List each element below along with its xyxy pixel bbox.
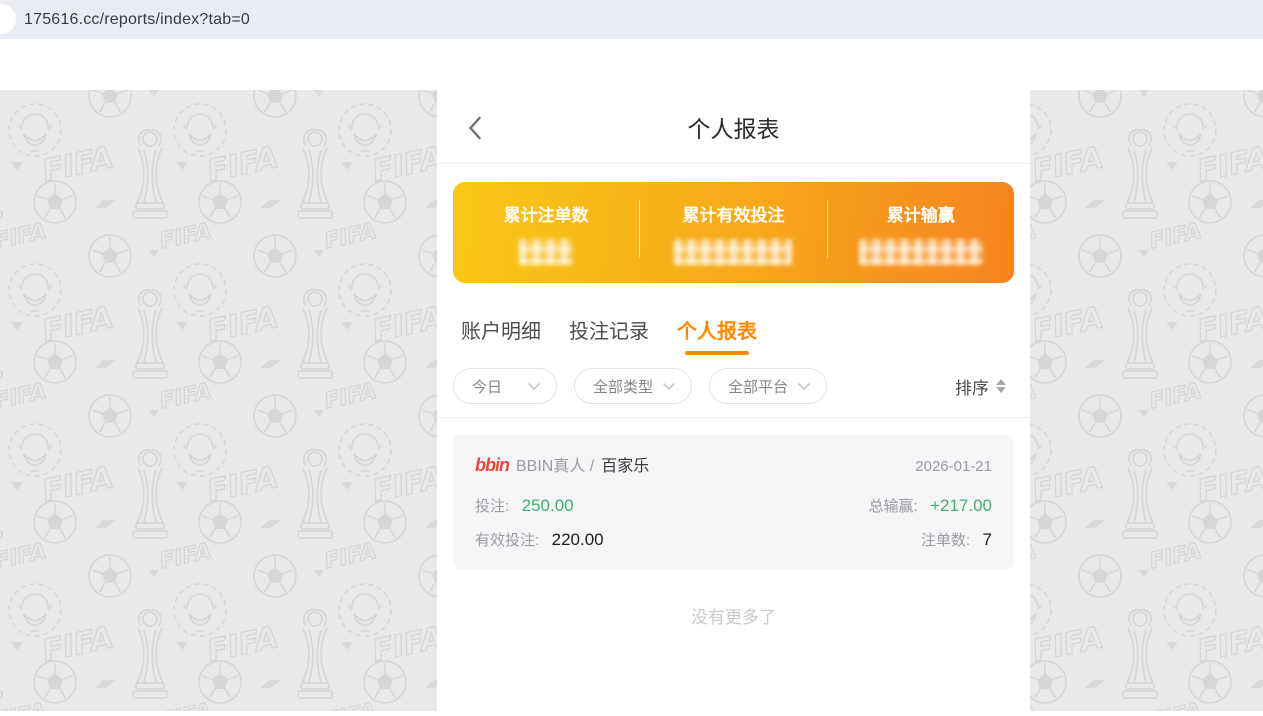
record-date: 2026-01-21 — [915, 458, 992, 475]
report-panel: 个人报表 累计注单数 累计有效投注 累计输赢 账户明细 投注记录 个人报表 — [437, 90, 1030, 711]
winloss-label: 总输赢: — [868, 498, 917, 515]
url-text[interactable]: 175616.cc/reports/index?tab=0 — [24, 11, 250, 29]
back-button[interactable] — [467, 116, 483, 140]
tab-bar: 账户明细 投注记录 个人报表 — [437, 283, 1030, 355]
chevron-down-icon — [798, 383, 810, 390]
tab-account-details[interactable]: 账户明细 — [461, 315, 541, 355]
chevron-down-icon — [663, 383, 675, 390]
chevron-down-icon — [528, 383, 540, 390]
browser-url-bar[interactable]: 175616.cc/reports/index?tab=0 — [0, 0, 1263, 39]
game-name: 百家乐 — [601, 452, 649, 476]
sort-label: 排序 — [955, 374, 989, 399]
stat-total-bets: 累计注单数 — [453, 182, 639, 283]
tab-label: 投注记录 — [569, 321, 649, 343]
stat-total-valid-bets: 累计有效投注 — [640, 182, 826, 283]
type-filter-dropdown[interactable]: 全部类型 — [574, 368, 692, 404]
filter-bar: 今日 全部类型 全部平台 排序 — [437, 368, 1030, 418]
tab-underline-active — [685, 351, 749, 355]
bet-count-value: 7 — [983, 530, 992, 549]
tab-label: 个人报表 — [677, 321, 757, 343]
dropdown-value: 全部类型 — [593, 376, 653, 397]
sort-control[interactable]: 排序 — [955, 374, 1006, 399]
masked-value — [674, 239, 792, 265]
winloss-value: +217.00 — [930, 496, 992, 515]
page-title: 个人报表 — [688, 110, 780, 144]
stat-total-winloss: 累计输赢 — [828, 182, 1014, 283]
tab-underline — [469, 351, 533, 355]
tab-label: 账户明细 — [461, 321, 541, 343]
platform-filter-dropdown[interactable]: 全部平台 — [709, 368, 827, 404]
valid-bet-value: 220.00 — [552, 530, 604, 549]
bbin-logo: bbin — [475, 455, 509, 476]
bet-count-label: 注单数: — [921, 532, 970, 549]
bet-value: 250.00 — [522, 496, 574, 515]
dropdown-value: 今日 — [472, 376, 502, 397]
masked-value — [519, 239, 573, 265]
dropdown-value: 全部平台 — [728, 376, 788, 397]
provider-name: BBIN真人 / — [516, 452, 594, 476]
browser-tab-shape — [0, 4, 16, 34]
stat-label: 累计输赢 — [887, 201, 955, 226]
stats-summary-card: 累计注单数 累计有效投注 累计输赢 — [453, 182, 1014, 283]
page-header: 个人报表 — [437, 90, 1030, 164]
valid-bet-label: 有效投注: — [475, 532, 539, 549]
tab-underline — [577, 351, 641, 355]
no-more-text: 没有更多了 — [437, 603, 1030, 628]
stat-label: 累计有效投注 — [682, 201, 784, 226]
masked-value — [859, 239, 983, 265]
tab-personal-report[interactable]: 个人报表 — [677, 315, 757, 355]
chevron-left-icon — [467, 116, 482, 140]
report-record-card[interactable]: bbin BBIN真人 / 百家乐 2026-01-21 投注: 250.00 … — [453, 435, 1014, 570]
tab-bet-records[interactable]: 投注记录 — [569, 315, 649, 355]
bet-label: 投注: — [475, 498, 509, 515]
sort-arrows-icon — [996, 379, 1006, 393]
stat-label: 累计注单数 — [504, 201, 589, 226]
date-filter-dropdown[interactable]: 今日 — [453, 368, 557, 404]
